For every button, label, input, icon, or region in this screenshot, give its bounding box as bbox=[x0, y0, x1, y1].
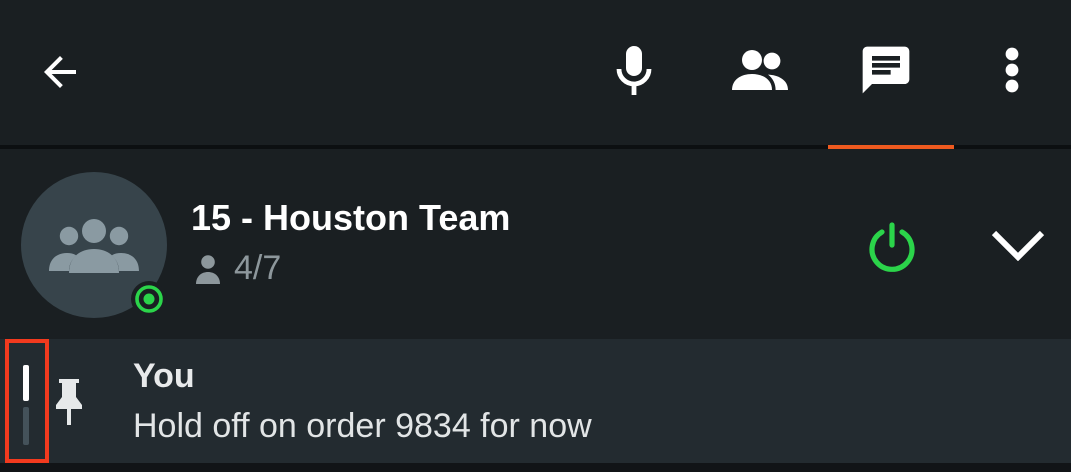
pin-icon-wrap bbox=[51, 377, 87, 430]
members-button[interactable] bbox=[724, 34, 796, 106]
group-icon bbox=[49, 219, 139, 273]
back-button[interactable] bbox=[24, 36, 96, 108]
channel-title: 15 - Houston Team bbox=[191, 197, 511, 238]
pager-bar-active bbox=[23, 365, 29, 401]
status-online-icon bbox=[135, 285, 163, 313]
power-icon bbox=[869, 222, 915, 272]
app-toolbar bbox=[0, 0, 1071, 146]
microphone-button[interactable] bbox=[598, 34, 670, 106]
person-icon bbox=[196, 254, 220, 284]
member-count: 4/7 bbox=[196, 249, 281, 288]
bottom-divider bbox=[0, 463, 1071, 472]
people-icon bbox=[732, 50, 788, 90]
more-vert-icon bbox=[1005, 47, 1019, 93]
pager-bar-inactive bbox=[23, 407, 29, 445]
arrow-left-icon bbox=[44, 56, 76, 88]
tab-chat[interactable] bbox=[850, 34, 922, 106]
message-sender: You bbox=[133, 357, 195, 395]
chevron-down-icon bbox=[991, 230, 1045, 261]
microphone-icon bbox=[616, 46, 652, 95]
message-text: Hold off on order 9834 for now bbox=[133, 407, 592, 445]
expand-channel-button[interactable] bbox=[984, 211, 1052, 279]
channel-header[interactable]: 15 - Houston Team 4/7 bbox=[0, 149, 1071, 339]
pin-icon bbox=[56, 379, 82, 425]
online-status-badge bbox=[131, 281, 167, 317]
chat-icon bbox=[862, 46, 910, 94]
pinned-message[interactable]: You Hold off on order 9834 for now bbox=[0, 339, 1071, 463]
more-options-button[interactable] bbox=[988, 34, 1036, 106]
message-pager-indicator[interactable] bbox=[5, 339, 49, 463]
member-count-text: 4/7 bbox=[234, 249, 282, 287]
power-button[interactable] bbox=[856, 211, 928, 283]
